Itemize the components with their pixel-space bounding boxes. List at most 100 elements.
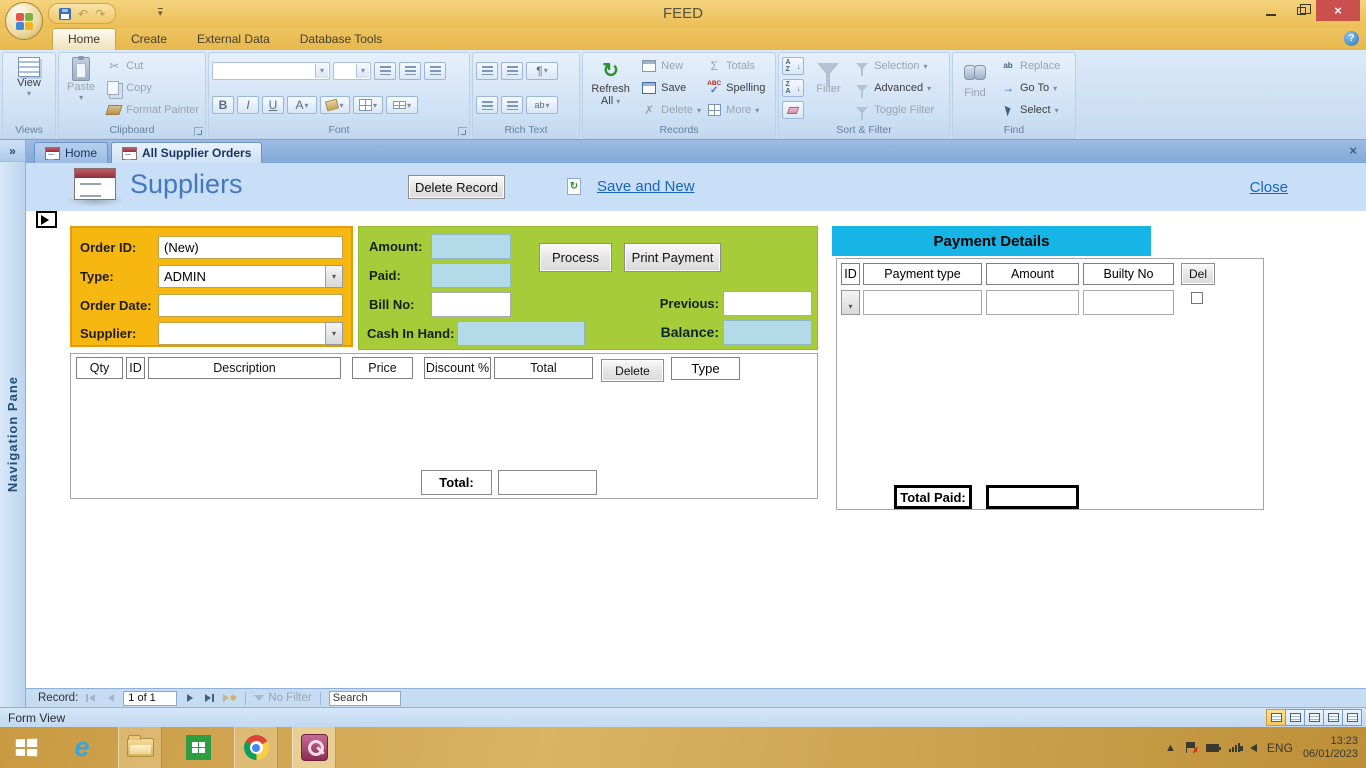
- navigation-pane-label[interactable]: Navigation Pane: [5, 376, 20, 492]
- close-document-icon[interactable]: ×: [1349, 144, 1357, 157]
- sort-ascending-button[interactable]: A Z ↓: [782, 57, 804, 75]
- ribbon-tab-home[interactable]: Home: [52, 28, 117, 50]
- fill-color-button[interactable]: ▾: [320, 96, 350, 115]
- previous-record-button[interactable]: [103, 691, 118, 705]
- sort-descending-button[interactable]: Z A ↓: [782, 79, 804, 97]
- amount-field[interactable]: [431, 234, 511, 259]
- refresh-all-button[interactable]: ↻ Refresh All ▾: [586, 55, 635, 121]
- total-paid-field[interactable]: [986, 485, 1079, 509]
- new-record-button[interactable]: New: [638, 57, 700, 76]
- format-painter-button[interactable]: Format Painter: [103, 101, 202, 120]
- gridlines-button[interactable]: ▾: [353, 96, 383, 115]
- ribbon-tab-external-data[interactable]: External Data: [182, 29, 285, 50]
- clear-sort-button[interactable]: [782, 101, 804, 119]
- next-record-button[interactable]: [182, 691, 197, 705]
- find-button[interactable]: Find: [956, 55, 994, 121]
- save-record-button[interactable]: Save: [638, 79, 700, 98]
- doc-tab-home[interactable]: Home: [34, 142, 109, 163]
- show-hidden-icons-button[interactable]: ▲: [1165, 742, 1176, 754]
- pivottable-view-button[interactable]: [1304, 709, 1324, 726]
- advanced-filter-button[interactable]: Advanced ▾: [851, 79, 946, 98]
- supplier-combobox[interactable]: [158, 321, 326, 345]
- order-id-field[interactable]: [158, 235, 343, 259]
- volume-icon[interactable]: [1239, 743, 1257, 752]
- pd-builty-no-field[interactable]: [1083, 290, 1174, 315]
- doc-tab-all-supplier-orders[interactable]: All Supplier Orders: [111, 142, 263, 163]
- bill-no-field[interactable]: [431, 292, 511, 317]
- start-button[interactable]: [4, 727, 48, 768]
- replace-button[interactable]: ab Replace: [997, 57, 1071, 76]
- pd-amount-field[interactable]: [986, 290, 1079, 315]
- design-view-button[interactable]: [1342, 709, 1362, 726]
- paid-field[interactable]: [431, 263, 511, 288]
- close-button[interactable]: ×: [1316, 0, 1360, 21]
- record-position[interactable]: 1 of 1: [123, 690, 178, 706]
- selection-button[interactable]: Selection ▾: [851, 57, 946, 76]
- help-button[interactable]: ?: [1344, 31, 1359, 46]
- windows-store-button[interactable]: [176, 727, 220, 768]
- undo-icon[interactable]: ↶: [78, 7, 88, 21]
- access-taskbar-button[interactable]: [292, 727, 336, 768]
- goto-button[interactable]: → Go To ▾: [997, 79, 1071, 98]
- italic-button[interactable]: I: [237, 96, 259, 115]
- view-button[interactable]: View ▾: [6, 55, 52, 121]
- cash-in-hand-field[interactable]: [457, 321, 585, 346]
- select-button[interactable]: Select ▾: [997, 101, 1071, 120]
- no-filter-button[interactable]: No Filter: [254, 692, 312, 704]
- bold-button[interactable]: B: [212, 96, 234, 115]
- totals-button[interactable]: Σ Totals: [703, 57, 772, 76]
- type-column-button[interactable]: Type: [671, 357, 740, 380]
- internet-explorer-button[interactable]: e: [60, 727, 104, 768]
- items-total-field[interactable]: [498, 470, 597, 495]
- align-right-button[interactable]: [424, 61, 446, 80]
- pd-payment-type-field[interactable]: [863, 290, 982, 315]
- type-combobox[interactable]: [158, 264, 326, 288]
- pd-del-checkbox[interactable]: [1191, 292, 1203, 304]
- minimize-button[interactable]: [1256, 0, 1286, 21]
- file-explorer-button[interactable]: [118, 727, 162, 768]
- font-dialog-launcher-icon[interactable]: [458, 127, 467, 136]
- delete-item-button[interactable]: Delete: [601, 359, 664, 382]
- clock[interactable]: 13:23 06/01/2023: [1303, 735, 1358, 761]
- cut-button[interactable]: ✂ Cut: [103, 57, 202, 76]
- copy-button[interactable]: Copy: [103, 79, 202, 98]
- order-date-field[interactable]: [158, 293, 343, 317]
- supplier-dropdown-icon[interactable]: ▾: [326, 321, 343, 345]
- pivotchart-view-button[interactable]: [1323, 709, 1343, 726]
- align-center-button[interactable]: [399, 61, 421, 80]
- paste-button[interactable]: Paste ▾: [62, 55, 100, 121]
- action-center-icon[interactable]: ✗: [1185, 742, 1199, 755]
- record-selector[interactable]: [36, 211, 57, 228]
- save-icon[interactable]: [59, 7, 71, 20]
- underline-button[interactable]: U: [262, 96, 284, 115]
- balance-field[interactable]: [723, 320, 812, 345]
- form-view-button[interactable]: [1266, 709, 1286, 726]
- record-search-input[interactable]: [328, 690, 401, 706]
- type-dropdown-icon[interactable]: ▾: [326, 264, 343, 288]
- font-size-combobox[interactable]: ▾: [333, 61, 371, 80]
- toggle-filter-button[interactable]: Toggle Filter: [851, 101, 946, 120]
- font-color-button[interactable]: A ▾: [287, 96, 317, 115]
- first-record-button[interactable]: [83, 691, 98, 705]
- decrease-indent-button[interactable]: [476, 61, 498, 80]
- text-direction-button[interactable]: ¶ ▾: [526, 61, 558, 80]
- pd-del-button[interactable]: Del: [1181, 263, 1215, 285]
- increase-indent-button[interactable]: [501, 61, 523, 80]
- filter-button[interactable]: Filter: [809, 55, 849, 121]
- save-and-new-link[interactable]: Save and New: [597, 178, 695, 195]
- expand-navigation-pane-button[interactable]: »: [0, 140, 25, 162]
- redo-icon[interactable]: ↷: [95, 7, 105, 21]
- ribbon-tab-create[interactable]: Create: [116, 29, 182, 50]
- delete-record-ribbon-button[interactable]: ✗ Delete ▾: [638, 101, 701, 120]
- power-icon[interactable]: [1205, 743, 1221, 752]
- last-record-button[interactable]: [202, 691, 217, 705]
- datasheet-view-button[interactable]: [1285, 709, 1305, 726]
- previous-field[interactable]: [723, 291, 812, 316]
- restore-button[interactable]: [1286, 0, 1316, 21]
- numbered-list-button[interactable]: [476, 96, 498, 115]
- close-form-link[interactable]: Close: [1250, 179, 1288, 196]
- font-name-combobox[interactable]: ▾: [212, 61, 330, 80]
- spelling-button[interactable]: ABC ✓ Spelling: [703, 79, 772, 98]
- bullet-list-button[interactable]: [501, 96, 523, 115]
- delete-record-button[interactable]: Delete Record: [408, 175, 505, 199]
